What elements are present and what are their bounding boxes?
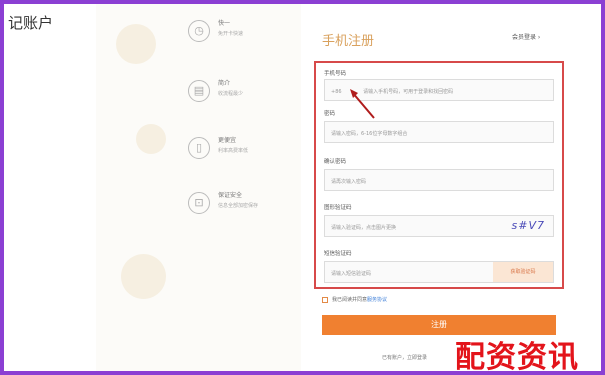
clock-icon: ◷ <box>188 20 210 42</box>
get-sms-code-button[interactable]: 获取验证码 <box>493 262 553 282</box>
sms-code-field[interactable]: 请输入短信验证码 获取验证码 <box>324 261 554 283</box>
doc-icon: ▤ <box>188 80 210 102</box>
phone-label: 手机号码 <box>324 71 347 77</box>
captcha-placeholder: 请输入验证码，点击图片更换 <box>331 225 397 231</box>
feature-title: 简介 <box>218 80 231 87</box>
feature-item: ▯ 更便宜 利率高费率低 <box>184 133 294 173</box>
watermark: 配资资讯 <box>455 340 579 375</box>
decor-circle <box>136 124 166 154</box>
confirm-password-field[interactable]: 请再次输入密码 <box>324 169 554 191</box>
register-title: 手机注册 <box>322 34 375 49</box>
red-arrow-annotation <box>350 89 375 119</box>
decor-circle <box>121 254 166 299</box>
feature-item: ▤ 简介 收流程最少 <box>184 76 294 116</box>
sms-label: 短信验证码 <box>324 251 352 257</box>
agreement-link[interactable]: 服务协议 <box>367 297 387 303</box>
sms-placeholder: 请输入短信验证码 <box>331 271 372 277</box>
agreement-row: 我已阅读并同意服务协议 <box>322 296 387 303</box>
password-placeholder: 请输入密码，6-16位字母数字组合 <box>331 131 408 137</box>
page-title: 记账户 <box>8 14 54 32</box>
feature-title: 保证安全 <box>218 192 243 199</box>
phone-icon: ▯ <box>188 137 210 159</box>
confirm-placeholder: 请再次输入密码 <box>331 179 367 185</box>
feature-item: ⊡ 保证安全 信息全部加密保存 <box>184 188 294 228</box>
login-prompt[interactable]: 已有账户，立即登录 <box>382 354 427 361</box>
agree-checkbox[interactable] <box>322 296 328 303</box>
feature-item: ◷ 快一 免开卡快速 <box>184 16 294 56</box>
feature-desc: 利率高费率低 <box>218 148 249 154</box>
agree-text: 我已阅读并同意 <box>332 297 368 303</box>
feature-desc: 信息全部加密保存 <box>218 203 259 209</box>
phone-prefix: +86 <box>331 89 342 95</box>
login-link[interactable]: 会员登录 › <box>512 32 540 41</box>
feature-desc: 免开卡快速 <box>218 31 244 37</box>
decor-circle <box>116 24 156 64</box>
feature-title: 快一 <box>218 20 231 27</box>
captcha-field[interactable]: 请输入验证码，点击图片更换 s#V7 <box>324 215 554 237</box>
confirm-label: 确认密码 <box>324 159 347 165</box>
captcha-label: 图形验证码 <box>324 205 352 211</box>
password-label: 密码 <box>324 111 336 117</box>
feature-desc: 收流程最少 <box>218 91 244 97</box>
feature-title: 更便宜 <box>218 137 237 144</box>
captcha-image[interactable]: s#V7 <box>512 219 545 232</box>
left-panel: 记账户 <box>4 4 96 371</box>
screenshot-frame: 记账户 ◷ 快一 免开卡快速 ▤ 简介 收流程最少 ▯ 更便宜 利率高费率低 ⊡… <box>0 0 605 375</box>
lock-icon: ⊡ <box>188 192 210 214</box>
